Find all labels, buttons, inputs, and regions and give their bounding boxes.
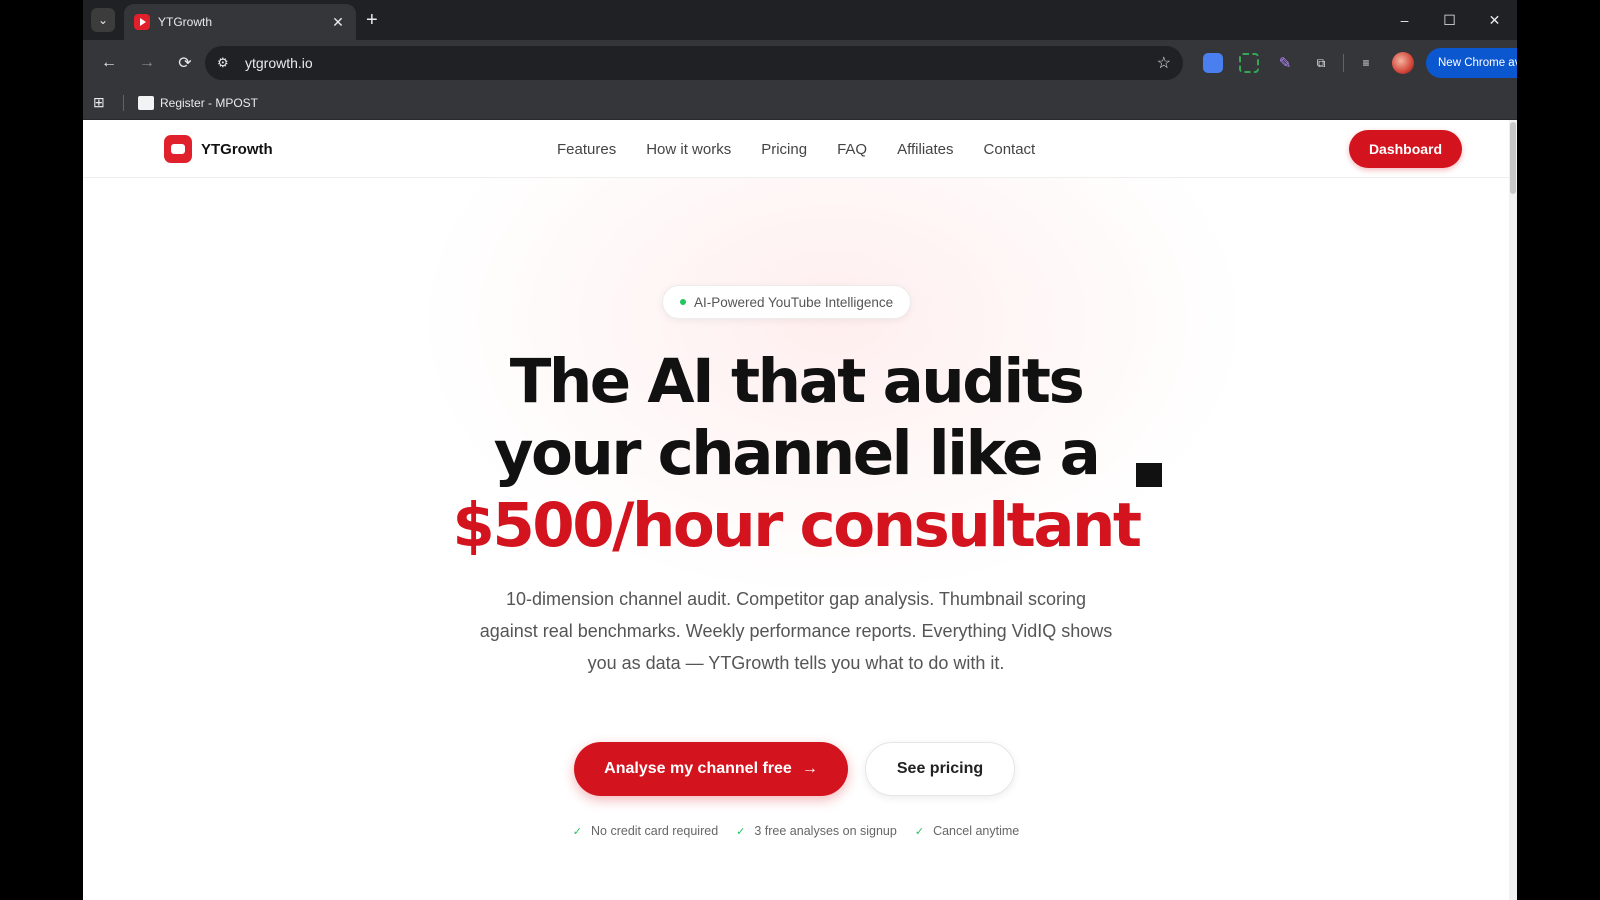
headline-line-2: your channel like a: [493, 418, 1101, 489]
perk-item: ✓ 3 free analyses on signup: [736, 824, 897, 838]
profile-avatar[interactable]: [1392, 52, 1414, 74]
mpost-favicon-icon: [138, 95, 154, 110]
window-controls: – ☐ ✕: [1382, 0, 1517, 40]
nav-link-contact[interactable]: Contact: [984, 141, 1036, 158]
chrome-update-button[interactable]: New Chrome available ⋮: [1426, 48, 1517, 78]
screenshot-extension-icon[interactable]: [1239, 53, 1259, 73]
pen-extension-icon[interactable]: ✎: [1275, 53, 1295, 73]
badge-text: AI-Powered YouTube Intelligence: [694, 294, 894, 310]
bookmark-label: Register - MPOST: [160, 95, 259, 110]
brand-name: YTGrowth: [201, 140, 273, 158]
address-bar[interactable]: ⚙ ytgrowth.io ☆: [205, 46, 1183, 80]
check-icon: ✓: [736, 825, 746, 838]
extension-blue-icon[interactable]: [1203, 53, 1223, 73]
address-url[interactable]: ytgrowth.io: [245, 55, 1157, 71]
nav-link-affiliates[interactable]: Affiliates: [897, 141, 953, 158]
minimize-icon[interactable]: –: [1382, 0, 1427, 40]
close-window-icon[interactable]: ✕: [1472, 0, 1517, 40]
perk-label: No credit card required: [591, 824, 719, 838]
site-info-icon[interactable]: ⚙: [217, 55, 237, 71]
forward-icon[interactable]: →: [129, 45, 165, 81]
status-dot-icon: [680, 299, 686, 305]
tab-close-icon[interactable]: ✕: [330, 14, 346, 31]
scrollbar-thumb[interactable]: [1510, 122, 1516, 194]
brand-logo[interactable]: YTGrowth: [164, 135, 273, 163]
apps-grid-icon[interactable]: ⊞: [93, 94, 109, 111]
nav-link-how-it-works[interactable]: How it works: [646, 141, 731, 158]
headline-line-3: $500/hour consultant: [452, 490, 1142, 561]
toolbar-divider: [1343, 54, 1344, 72]
youtube-favicon-icon: [134, 14, 150, 30]
hero-description: 10-dimension channel audit. Competitor g…: [479, 589, 1113, 673]
reload-icon[interactable]: ⟳: [167, 45, 203, 81]
arrow-right-icon: →: [801, 760, 818, 777]
cta-primary-label: Analyse my channel free: [604, 760, 792, 777]
extensions-puzzle-icon[interactable]: ⧉: [1311, 53, 1331, 73]
nav-link-features[interactable]: Features: [557, 141, 616, 158]
browser-window: ⌄ YTGrowth ✕ + – ☐ ✕ ← → ⟳ ⚙ ytgrowth.io…: [83, 0, 1517, 900]
page-scrollbar[interactable]: [1509, 120, 1517, 900]
headline-line-1: The AI that audits: [509, 346, 1085, 417]
check-icon: ✓: [914, 825, 925, 838]
bookmark-star-icon[interactable]: ☆: [1157, 53, 1171, 73]
hero-badge: AI-Powered YouTube Intelligence: [662, 285, 912, 319]
browser-toolbar: ← → ⟳ ⚙ ytgrowth.io ☆ ✎ ⧉ ≡ New Chrome a…: [83, 40, 1517, 86]
nav-link-pricing[interactable]: Pricing: [761, 141, 807, 158]
web-page: YTGrowth Features How it works Pricing F…: [83, 120, 1517, 900]
bookmarks-divider: [123, 94, 124, 111]
analyse-channel-button[interactable]: Analyse my channel free →: [574, 742, 848, 796]
check-icon: ✓: [572, 825, 582, 838]
perk-item: ✓ No credit card required: [573, 824, 718, 838]
tab-title: YTGrowth: [158, 15, 213, 29]
main-nav: Features How it works Pricing FAQ Affili…: [557, 120, 1065, 178]
tab-ytgrowth[interactable]: YTGrowth ✕: [124, 4, 356, 40]
perk-item: ✓ Cancel anytime: [915, 824, 1019, 838]
mouse-cursor: [1136, 463, 1162, 487]
nav-link-faq[interactable]: FAQ: [837, 141, 867, 158]
tab-strip: ⌄ YTGrowth ✕ + – ☐ ✕: [83, 0, 1517, 40]
media-controls-icon[interactable]: ≡: [1356, 53, 1376, 73]
maximize-icon[interactable]: ☐: [1427, 0, 1472, 40]
youtube-logo-icon: [164, 135, 192, 163]
perks-list: ✓ No credit card required ✓ 3 free analy…: [83, 824, 1509, 838]
back-icon[interactable]: ←: [91, 45, 127, 81]
new-tab-icon[interactable]: +: [366, 10, 378, 30]
tab-search-icon[interactable]: ⌄: [91, 8, 115, 32]
dashboard-button[interactable]: Dashboard: [1349, 130, 1462, 168]
see-pricing-button[interactable]: See pricing: [865, 742, 1015, 796]
site-header: YTGrowth Features How it works Pricing F…: [83, 120, 1509, 178]
update-label: New Chrome available: [1438, 57, 1517, 69]
perk-label: 3 free analyses on signup: [754, 824, 897, 838]
bookmark-register-mpost[interactable]: Register - MPOST: [138, 95, 259, 110]
perk-label: Cancel anytime: [933, 824, 1020, 838]
extensions-area: ✎ ⧉ ≡ New Chrome available ⋮: [1195, 46, 1517, 80]
bookmarks-bar: ⊞ Register - MPOST: [83, 86, 1517, 120]
